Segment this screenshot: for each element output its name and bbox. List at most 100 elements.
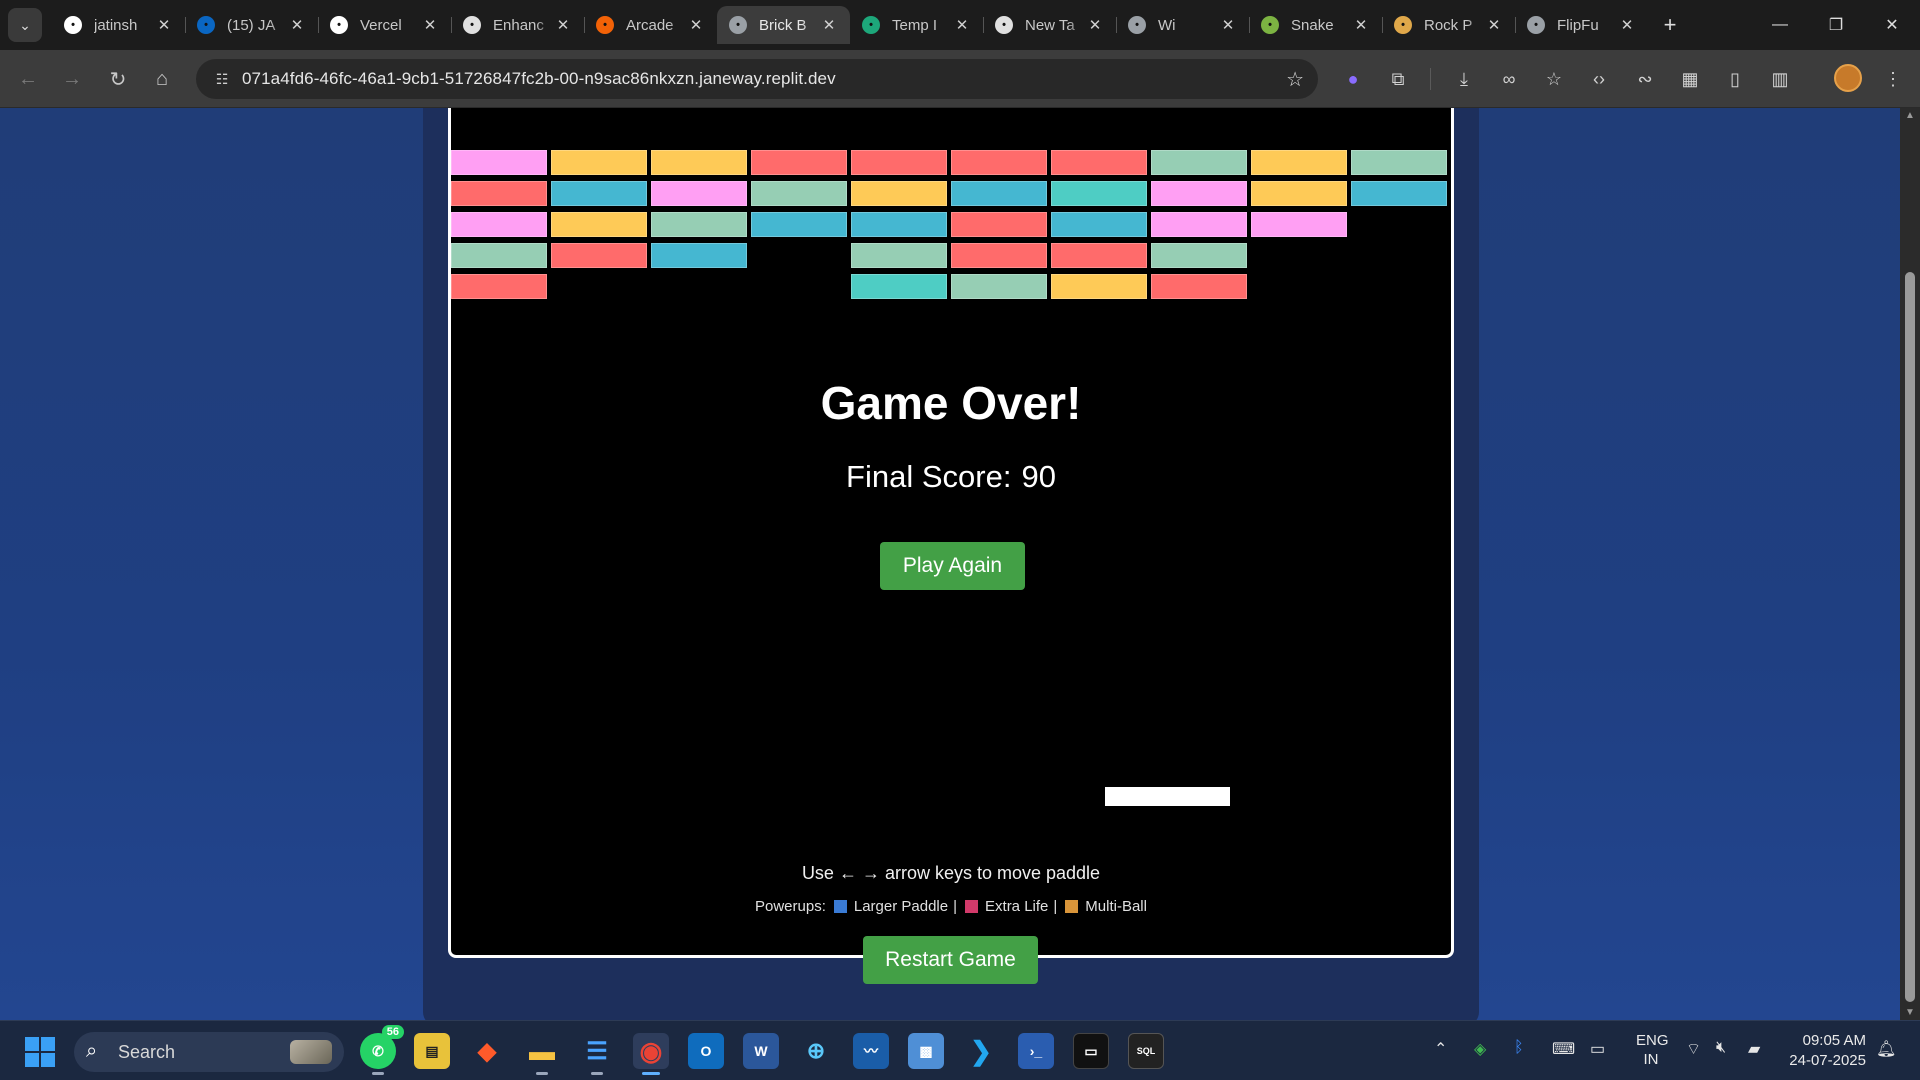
bluetooth-icon[interactable]: ᛒ — [1514, 1039, 1524, 1057]
vscode-app-icon[interactable]: ❯ — [963, 1033, 999, 1069]
control-panel-icon[interactable]: ▩ — [908, 1033, 944, 1069]
close-tab-icon[interactable]: ✕ — [1352, 16, 1370, 34]
language-indicator[interactable]: ENG IN — [1636, 1031, 1669, 1069]
monitor-app-icon[interactable]: 〰 — [853, 1033, 889, 1069]
chrome-app-icon[interactable]: ◉ — [633, 1033, 669, 1075]
brick — [1051, 181, 1147, 206]
devtools-icon[interactable]: ‹› — [1584, 64, 1614, 94]
scrollbar-thumb[interactable] — [1905, 272, 1915, 1002]
taskbar-search-placeholder[interactable]: Search — [118, 1042, 175, 1063]
incognito-icon[interactable]: ∞ — [1494, 64, 1524, 94]
minimize-button[interactable]: — — [1752, 0, 1808, 50]
address-bar[interactable]: ☷ 071a4fd6-46fc-46a1-9cb1-51726847fc2b-0… — [196, 59, 1318, 99]
brick — [1351, 150, 1447, 175]
notepad-icon[interactable]: ☰ — [579, 1033, 615, 1075]
powerup-divider: | — [953, 898, 958, 915]
brave-browser-icon[interactable]: ◆ — [469, 1033, 505, 1069]
tablet-mode-icon[interactable]: ▭ — [1590, 1039, 1605, 1059]
back-button[interactable]: ← — [13, 64, 43, 94]
home-button[interactable]: ⌂ — [147, 64, 177, 94]
game-canvas[interactable]: Game Over! Final Score: 90 Play Again — [448, 108, 1454, 958]
powershell-app-icon[interactable]: ›_ — [1018, 1033, 1054, 1069]
bookmark-star-icon[interactable]: ☆ — [1286, 67, 1304, 92]
brick — [651, 243, 747, 268]
close-tab-icon[interactable]: ✕ — [554, 16, 572, 34]
brick — [1051, 150, 1147, 175]
close-tab-icon[interactable]: ✕ — [953, 16, 971, 34]
brick — [851, 212, 947, 237]
new-tab-button[interactable]: + — [1652, 6, 1688, 44]
close-tab-icon[interactable]: ✕ — [1485, 16, 1503, 34]
page-scrollbar[interactable]: ▲ ▼ — [1900, 108, 1920, 1020]
notifications-bell-icon[interactable]: 🔔︎ — [1876, 1039, 1896, 1059]
chrome-icon: • — [995, 16, 1013, 34]
link-icon[interactable]: ∾ — [1630, 64, 1660, 94]
restore-button[interactable]: ❐ — [1808, 0, 1864, 50]
brick — [751, 150, 847, 175]
outlook-app-icon[interactable]: O — [688, 1033, 724, 1069]
menu-icon[interactable]: ⋮ — [1878, 64, 1908, 94]
favorites-icon[interactable]: ☆ — [1539, 64, 1569, 94]
play-again-button[interactable]: Play Again — [880, 542, 1025, 590]
qr-code-icon[interactable]: ▦ — [1675, 64, 1705, 94]
forward-button[interactable]: → — [57, 64, 87, 94]
side-panel-icon[interactable]: ▥ — [1765, 64, 1795, 94]
brick — [451, 150, 547, 175]
rock-icon: • — [1394, 16, 1412, 34]
taskbar-search[interactable]: ⌕ Search — [74, 1032, 344, 1072]
wifi-icon[interactable]: ⌔ — [1686, 1039, 1701, 1059]
url-text[interactable]: 071a4fd6-46fc-46a1-9cb1-51726847fc2b-00-… — [242, 69, 836, 89]
keyboard-icon[interactable]: ⌨ — [1552, 1039, 1575, 1059]
profile-avatar[interactable] — [1834, 64, 1862, 92]
globe-icon: • — [729, 16, 747, 34]
start-button[interactable] — [25, 1037, 55, 1067]
brick — [1251, 212, 1347, 237]
browser-tab[interactable]: • Temp I ✕ — [850, 6, 983, 44]
browser-tab[interactable]: • Rock P ✕ — [1382, 6, 1515, 44]
whatsapp-app-icon[interactable]: ✆ 56 — [360, 1025, 404, 1075]
browser-tab[interactable]: • New Ta ✕ — [983, 6, 1116, 44]
magnifier-app-icon[interactable]: ⊕ — [798, 1033, 834, 1069]
browser-tab[interactable]: • Snake ✕ — [1249, 6, 1382, 44]
browser-tab[interactable]: • FlipFu ✕ — [1515, 6, 1648, 44]
system-clock[interactable]: 09:05 AM 24-07-2025 — [1782, 1031, 1866, 1071]
browser-tab[interactable]: • jatinsh ✕ — [52, 6, 185, 44]
browser-tab[interactable]: • Vercel ✕ — [318, 6, 451, 44]
site-info-icon[interactable]: ☷ — [210, 69, 234, 89]
scroll-up-arrow-icon[interactable]: ▲ — [1900, 110, 1920, 121]
browser-tab[interactable]: • Enhanc ✕ — [451, 6, 584, 44]
reading-mode-icon[interactable]: ▯ — [1720, 64, 1750, 94]
close-tab-icon[interactable]: ✕ — [1618, 16, 1636, 34]
close-tab-icon[interactable]: ✕ — [421, 16, 439, 34]
defender-shield-icon[interactable]: ◈ — [1474, 1039, 1486, 1059]
scroll-down-arrow-icon[interactable]: ▼ — [1900, 1007, 1920, 1018]
browser-tab[interactable]: • Brick B ✕ — [717, 6, 850, 44]
close-tab-icon[interactable]: ✕ — [687, 16, 705, 34]
restart-game-button[interactable]: Restart Game — [863, 936, 1038, 984]
close-tab-icon[interactable]: ✕ — [1086, 16, 1104, 34]
tab-search-button[interactable]: ⌄ — [8, 8, 42, 42]
reload-button[interactable]: ↻ — [103, 64, 133, 94]
browser-tab[interactable]: • (15) JA ✕ — [185, 6, 318, 44]
browser-tab[interactable]: • Arcade ✕ — [584, 6, 717, 44]
running-indicator — [372, 1072, 384, 1075]
terminal-app-icon[interactable]: ▭ — [1073, 1033, 1109, 1069]
browser-tab[interactable]: • Wi ✕ — [1116, 6, 1249, 44]
files-app-icon[interactable]: ▤ — [414, 1033, 450, 1069]
mysql-app-icon[interactable]: SQL — [1128, 1033, 1164, 1069]
close-tab-icon[interactable]: ✕ — [1219, 16, 1237, 34]
file-explorer-icon[interactable]: ▬ — [524, 1033, 560, 1075]
close-tab-icon[interactable]: ✕ — [155, 16, 173, 34]
volume-muted-icon[interactable]: 🔇︎ — [1716, 1039, 1726, 1057]
battery-icon[interactable]: ▰ — [1748, 1039, 1760, 1059]
close-tab-icon[interactable]: ✕ — [288, 16, 306, 34]
github-icon: • — [64, 16, 82, 34]
close-window-button[interactable]: ✕ — [1864, 0, 1920, 50]
tray-overflow-icon[interactable]: ⌃ — [1434, 1039, 1447, 1059]
close-tab-icon[interactable]: ✕ — [820, 16, 838, 34]
search-icon: ⌕ — [86, 1040, 98, 1062]
extensions-icon[interactable]: ⧉ — [1383, 64, 1413, 94]
extension-flame-icon[interactable]: ● — [1338, 64, 1368, 94]
word-app-icon[interactable]: W — [743, 1033, 779, 1069]
downloads-icon[interactable]: ⤓ — [1449, 64, 1479, 94]
